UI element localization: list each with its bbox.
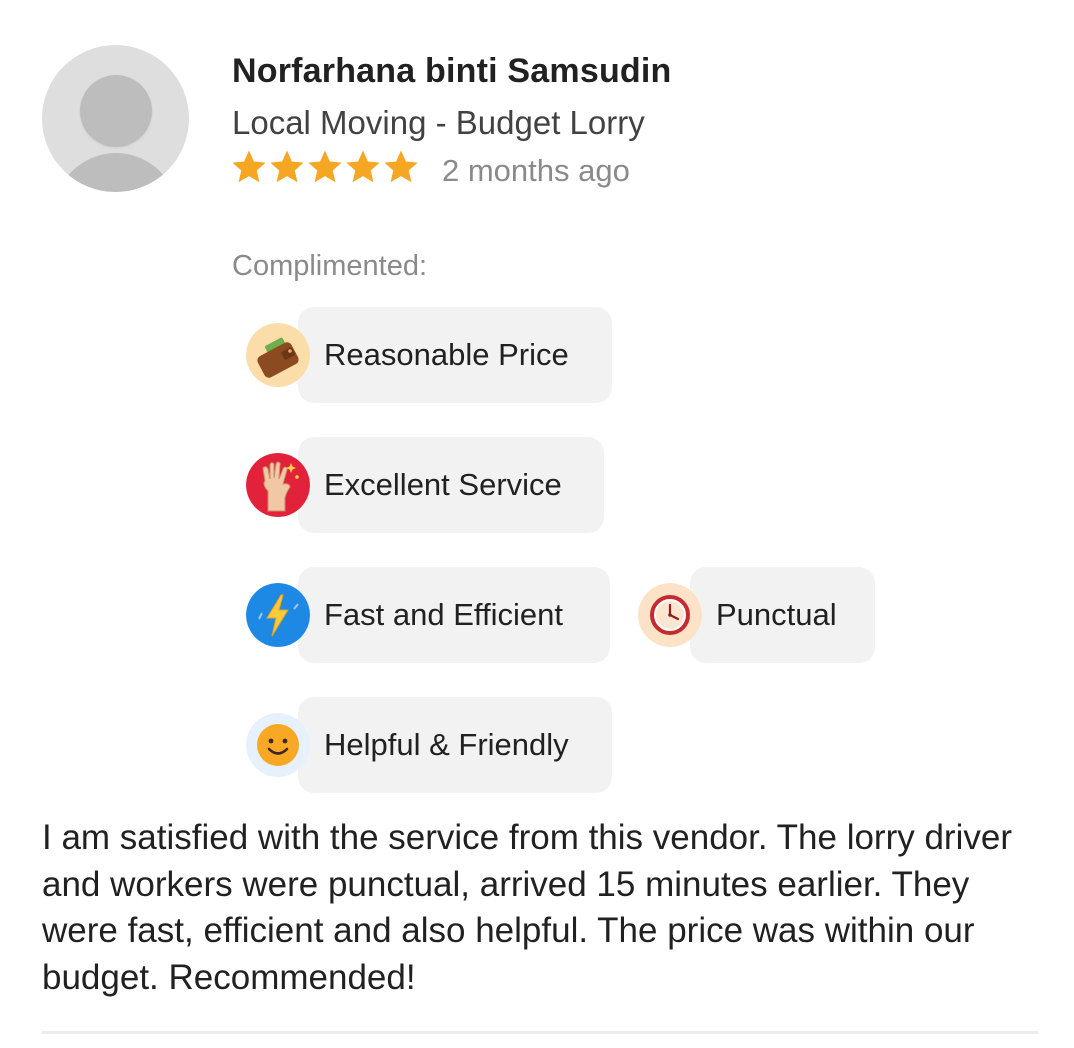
compliment-label: Fast and Efficient <box>324 597 563 632</box>
avatar[interactable] <box>42 45 189 192</box>
ok-hand-icon <box>246 453 310 517</box>
compliment-chip-reasonable-price: Reasonable Price <box>246 307 612 403</box>
compliment-chip-fast-and-efficient: Fast and Efficient <box>246 567 610 663</box>
avatar-head <box>80 75 152 147</box>
compliment-label: Excellent Service <box>324 467 562 502</box>
star-icon <box>308 150 342 183</box>
reviewer-name[interactable]: Norfarhana binti Samsudin <box>232 52 672 91</box>
review-time: 2 months ago <box>442 153 630 188</box>
wallet-icon <box>246 323 310 387</box>
star-icon <box>346 150 380 183</box>
complimented-label: Complimented: <box>232 250 428 282</box>
star-icon <box>270 150 304 183</box>
star-icon <box>232 150 266 183</box>
star-icon <box>384 150 418 183</box>
compliment-chip-helpful-and-friendly: Helpful & Friendly <box>246 697 612 793</box>
compliment-label: Helpful & Friendly <box>324 727 569 762</box>
compliment-chip-excellent-service: Excellent Service <box>246 437 604 533</box>
avatar-body <box>54 153 178 192</box>
service-name: Local Moving - Budget Lorry <box>232 104 645 141</box>
clock-icon <box>638 583 702 647</box>
review-text: I am satisfied with the service from thi… <box>42 818 1012 997</box>
compliment-label: Punctual <box>716 597 837 632</box>
lightning-icon <box>246 583 310 647</box>
smiley-icon <box>246 713 310 777</box>
compliment-label: Reasonable Price <box>324 337 569 372</box>
star-rating <box>230 148 420 186</box>
compliment-chip-punctual: Punctual <box>638 567 875 663</box>
divider <box>42 1031 1038 1034</box>
